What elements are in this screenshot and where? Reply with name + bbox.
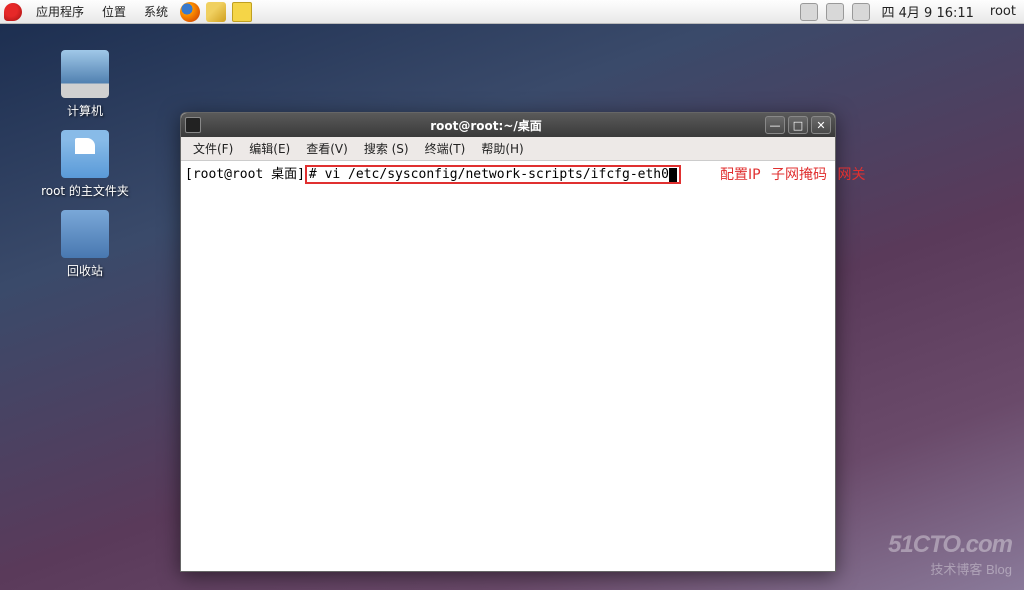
menu-help[interactable]: 帮助(H) [475,138,529,159]
annotation-part1: 配置IP [720,167,761,183]
datetime[interactable]: 四 4月 9 16:11 [878,2,978,21]
network-icon[interactable] [852,3,870,21]
desktop-icon-trash[interactable]: 回收站 [40,210,130,279]
maximize-button[interactable]: □ [788,116,808,134]
desktop-label: 回收站 [40,262,130,279]
watermark: 51CTO.com 技术博客 Blog [888,531,1012,578]
notes-icon[interactable] [232,2,252,22]
watermark-site: 51CTO.com [888,531,1012,559]
firefox-icon[interactable] [180,2,200,22]
menu-search[interactable]: 搜索 (S) [358,138,415,159]
mail-icon[interactable] [206,2,226,22]
menu-terminal[interactable]: 终端(T) [419,138,472,159]
minimize-button[interactable]: — [765,116,785,134]
cursor-icon [669,168,677,182]
top-panel: 应用程序 位置 系统 四 4月 9 16:11 root [0,0,1024,24]
menu-edit[interactable]: 编辑(E) [243,138,296,159]
user-menu[interactable]: root [986,4,1020,19]
update-icon[interactable] [800,3,818,21]
applications-menu[interactable]: 应用程序 [28,0,92,23]
desktop-label: root 的主文件夹 [40,182,130,199]
terminal-command: # vi /etc/sysconfig/network-scripts/ifcf… [309,167,669,182]
terminal-prompt: [root@root 桌面] [185,167,305,182]
menu-view[interactable]: 查看(V) [300,138,354,159]
terminal-menubar: 文件(F) 编辑(E) 查看(V) 搜索 (S) 终端(T) 帮助(H) [181,137,835,161]
system-menu[interactable]: 系统 [136,0,176,23]
annotation-part3: 网关 [837,167,865,183]
volume-icon[interactable] [826,3,844,21]
desktop-label: 计算机 [40,102,130,119]
annotation-part2: 子网掩码 [771,167,827,183]
home-folder-icon [61,130,109,178]
trash-icon [61,210,109,258]
window-titlebar[interactable]: root@root:~/桌面 — □ ✕ [181,113,835,137]
terminal-body[interactable]: [root@root 桌面] # vi /etc/sysconfig/networ… [181,161,835,571]
places-menu[interactable]: 位置 [94,0,134,23]
window-title: root@root:~/桌面 [207,117,765,134]
redhat-icon[interactable] [4,3,22,21]
desktop-icon-computer[interactable]: 计算机 [40,50,130,119]
computer-icon [61,50,109,98]
annotation-text: 配置IP 子网掩码 网关 [720,164,871,184]
watermark-blog: Blog [986,562,1012,577]
close-button[interactable]: ✕ [811,116,831,134]
desktop-icon-home[interactable]: root 的主文件夹 [40,130,130,199]
panel-right: 四 4月 9 16:11 root [800,2,1020,21]
panel-left: 应用程序 位置 系统 [4,0,254,23]
menu-file[interactable]: 文件(F) [187,138,239,159]
window-controls: — □ ✕ [765,116,831,134]
watermark-tagline: 技术博客 [930,562,982,577]
command-highlight-box: # vi /etc/sysconfig/network-scripts/ifcf… [305,165,681,184]
terminal-icon [185,117,201,133]
